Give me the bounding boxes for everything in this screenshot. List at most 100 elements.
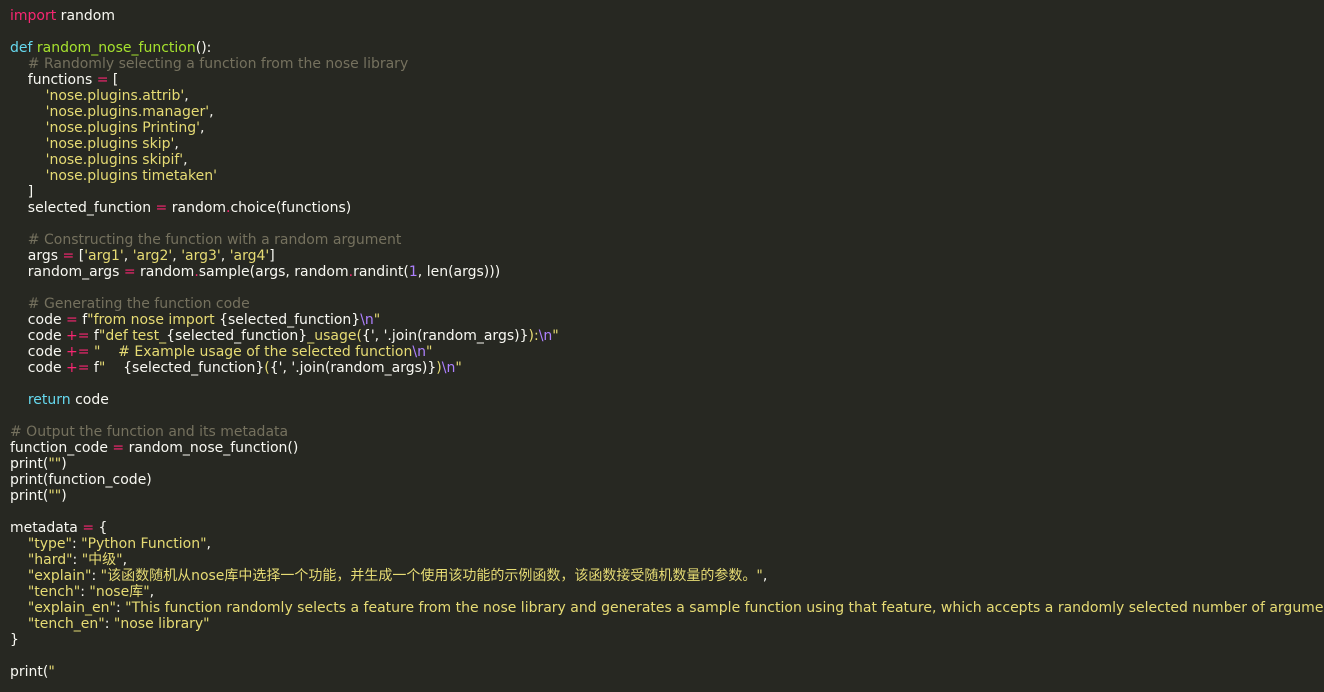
code-token: "type" <box>27 536 72 552</box>
code-token: 'nose.plugins skipif' <box>10 152 184 168</box>
code-line: "type": "Python Function", <box>10 536 1324 552</box>
code-token: " <box>373 312 381 328</box>
code-token: " <box>425 344 433 360</box>
code-token: # Output the function and its metadata <box>10 424 289 440</box>
code-token: = <box>112 440 125 456</box>
code-token: " <box>455 360 462 376</box>
code-token: , <box>123 248 133 264</box>
code-token: [ <box>74 248 85 264</box>
code-token: 'arg2' <box>132 248 173 264</box>
code-token: selected_function <box>10 200 156 216</box>
code-line: 'nose.plugins.manager', <box>10 104 1324 120</box>
code-token: } <box>10 632 19 648</box>
code-token: , <box>200 120 205 136</box>
code-line: "tench_en": "nose library" <box>10 616 1324 632</box>
code-token: def <box>10 40 33 56</box>
code-token: " <box>552 328 559 344</box>
code-token: {selected_function} <box>219 312 361 328</box>
code-token: "nose库" <box>89 584 150 600</box>
code-token: (): <box>195 40 212 56</box>
code-token: ] <box>10 184 34 200</box>
code-token: random_args <box>10 264 124 280</box>
code-token: random_nose_function() <box>124 440 299 456</box>
code-token: , <box>174 136 179 152</box>
code-line: } <box>10 632 1324 648</box>
code-line: code += f"def test_{selected_function}_u… <box>10 328 1324 344</box>
code-line: "tench": "nose库", <box>10 584 1324 600</box>
code-token: = <box>96 72 109 88</box>
code-token: { <box>94 520 108 536</box>
code-token: "中级" <box>81 552 123 568</box>
code-token: "Python Function" <box>81 536 207 552</box>
code-token: 'arg4' <box>229 248 270 264</box>
code-token: : <box>91 568 101 584</box>
code-token: import <box>10 8 57 24</box>
code-token: code <box>70 392 109 408</box>
code-token: " <box>98 360 124 376</box>
code-line: # Output the function and its metadata <box>10 424 1324 440</box>
code-token: choice(functions) <box>230 200 352 216</box>
code-token: {', '.join(random_args)} <box>361 328 529 344</box>
code-token: args <box>10 248 63 264</box>
code-token: = <box>82 520 95 536</box>
code-token: # Constructing the function with a rando… <box>10 232 402 248</box>
code-token: "def test_ <box>98 328 167 344</box>
code-token: 'arg3' <box>181 248 221 264</box>
code-token: f <box>89 328 99 344</box>
code-token: ): <box>528 328 539 344</box>
code-token: "" <box>48 488 62 504</box>
code-token: , <box>183 152 188 168</box>
code-line: 'nose.plugins skipif', <box>10 152 1324 168</box>
code-token: , <box>206 536 211 552</box>
code-token: " # Example usage of the selected functi… <box>93 344 413 360</box>
code-token: , <box>184 88 189 104</box>
code-token: print( <box>10 488 49 504</box>
code-token: "explain" <box>27 568 92 584</box>
code-line: print(" <box>10 664 1324 680</box>
code-token: += <box>66 344 90 360</box>
code-line: code = f"from nose import {selected_func… <box>10 312 1324 328</box>
code-token: , <box>762 568 768 584</box>
code-token: += <box>66 360 90 376</box>
code-token: random_nose_function <box>36 40 196 56</box>
code-token: 1 <box>408 264 418 280</box>
code-line: # Randomly selecting a function from the… <box>10 56 1324 72</box>
code-token: print( <box>10 456 49 472</box>
code-line: 'nose.plugins Printing', <box>10 120 1324 136</box>
code-token: # Generating the function code <box>10 296 250 312</box>
code-line: metadata = { <box>10 520 1324 536</box>
code-line: print("") <box>10 456 1324 472</box>
code-token: return <box>27 392 71 408</box>
code-token: , <box>220 248 230 264</box>
code-line: "explain": "该函数随机从nose库中选择一个功能，并生成一个使用该功… <box>10 568 1324 584</box>
code-token: functions <box>10 72 97 88</box>
code-line: "hard": "中级", <box>10 552 1324 568</box>
code-token: = <box>62 248 75 264</box>
code-token: ] <box>269 248 275 264</box>
code-token: : <box>104 616 114 632</box>
code-token: , len(args))) <box>417 264 501 280</box>
code-token: code <box>10 360 67 376</box>
code-token: function_code <box>10 440 113 456</box>
code-line: random_args = random.sample(args, random… <box>10 264 1324 280</box>
code-token: = <box>123 264 136 280</box>
code-line: print("") <box>10 488 1324 504</box>
code-token: "This function randomly selects a featur… <box>125 600 1324 616</box>
code-token: "hard" <box>27 552 73 568</box>
code-line: selected_function = random.choice(functi… <box>10 200 1324 216</box>
code-line: "explain_en": "This function randomly se… <box>10 600 1324 616</box>
code-token: \n <box>538 328 553 344</box>
code-editor[interactable]: import random def random_nose_function()… <box>0 0 1324 692</box>
code-token: {selected_function} <box>123 360 265 376</box>
code-token: : <box>115 600 126 616</box>
code-token: random <box>167 200 227 216</box>
